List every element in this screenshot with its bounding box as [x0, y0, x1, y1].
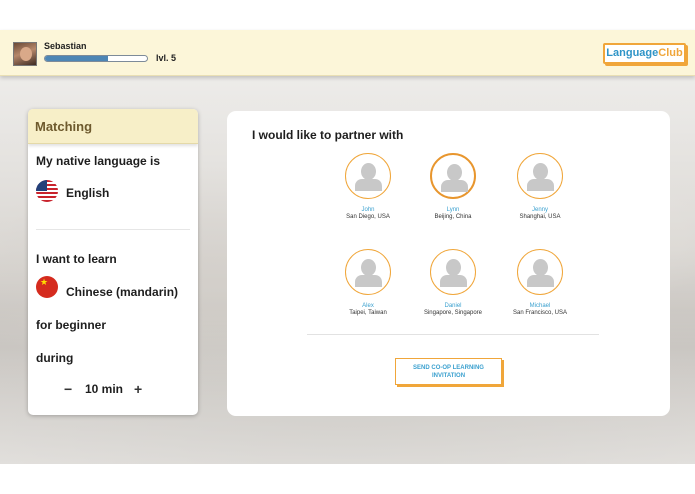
china-flag-star: ★: [40, 277, 49, 287]
partner-location: San Diego, USA: [346, 214, 390, 220]
send-invitation-label: SEND CO-OP LEARNING INVITATION: [413, 364, 484, 379]
china-flag-icon: ★: [36, 276, 58, 298]
person-head-icon: [361, 259, 376, 276]
level-progress-fill: [45, 56, 109, 61]
level-progress-bar: [44, 55, 148, 62]
native-language-label: My native language is: [36, 154, 161, 168]
partner-card-selected[interactable]: Lynn Beijing, China: [408, 153, 498, 221]
level-text[interactable]: for beginner: [36, 318, 106, 332]
duration-value: 10 min: [85, 382, 124, 396]
us-flag-canton: [36, 180, 47, 191]
partner-name: Alex: [362, 303, 374, 309]
matching-panel: Matching My native language is English I…: [28, 109, 198, 415]
partner-location: Shanghai, USA: [519, 214, 561, 220]
partner-avatar-placeholder: [345, 153, 391, 199]
us-flag-icon: [36, 180, 58, 202]
partner-card[interactable]: Alex Taipei, Taiwan: [323, 249, 413, 317]
user-name: Sebastian: [44, 41, 87, 51]
person-body-icon: [355, 275, 382, 287]
partner-card[interactable]: Michael San Francisco, USA: [495, 249, 585, 317]
partner-name: Lynn: [446, 207, 460, 213]
language-club-logo[interactable]: LanguageClub: [603, 43, 686, 64]
partner-location: Singapore, Singapore: [423, 310, 483, 316]
during-label: during: [36, 351, 74, 365]
native-language-value[interactable]: English: [66, 186, 109, 200]
person-head-icon: [533, 163, 548, 180]
partner-avatar-placeholder: [517, 153, 563, 199]
page-footer-blank: [0, 464, 695, 494]
person-head-icon: [447, 164, 462, 181]
learn-language-value[interactable]: Chinese (mandarin): [66, 285, 178, 299]
partner-card[interactable]: John San Diego, USA: [323, 153, 413, 221]
person-body-icon: [355, 179, 382, 191]
partner-location: San Francisco, USA: [512, 310, 568, 316]
partner-avatar-placeholder: [345, 249, 391, 295]
partner-panel: I would like to partner with John San Di…: [227, 111, 670, 416]
top-bar: Sebastian lvl. 5 LanguageClub: [0, 30, 695, 76]
partner-divider: [307, 334, 599, 335]
person-body-icon: [441, 180, 468, 192]
person-head-icon: [446, 259, 461, 276]
matching-tab[interactable]: Matching: [28, 109, 198, 144]
send-invitation-button[interactable]: SEND CO-OP LEARNING INVITATION: [395, 358, 502, 385]
logo-text-club: Club: [658, 47, 683, 59]
person-body-icon: [527, 275, 554, 287]
partner-name: Jenny: [531, 207, 548, 213]
partner-avatar-placeholder: [430, 153, 476, 199]
level-label: lvl. 5: [156, 53, 177, 63]
person-body-icon: [440, 275, 467, 287]
partner-location: Taipei, Taiwan: [349, 310, 387, 316]
avatar[interactable]: [13, 42, 37, 66]
partner-location: Beijing, China: [434, 214, 472, 220]
avatar-face: [20, 47, 32, 61]
section-divider: [36, 229, 190, 230]
increase-duration-button[interactable]: +: [134, 382, 142, 396]
partner-avatar-placeholder: [430, 249, 476, 295]
partner-name: John: [361, 207, 375, 213]
partner-card[interactable]: Daniel Singapore, Singapore: [408, 249, 498, 317]
person-head-icon: [533, 259, 548, 276]
partner-avatar-placeholder: [517, 249, 563, 295]
person-head-icon: [361, 163, 376, 180]
logo-text-language: Language: [606, 47, 659, 59]
partner-card[interactable]: Jenny Shanghai, USA: [495, 153, 585, 221]
person-body-icon: [527, 179, 554, 191]
decrease-duration-button[interactable]: −: [64, 382, 72, 396]
partner-name: Michael: [529, 303, 551, 309]
partner-name: Daniel: [444, 303, 462, 309]
learn-language-label: I want to learn: [36, 252, 117, 266]
partner-panel-title: I would like to partner with: [252, 128, 404, 142]
matching-tab-label: Matching: [35, 119, 93, 134]
